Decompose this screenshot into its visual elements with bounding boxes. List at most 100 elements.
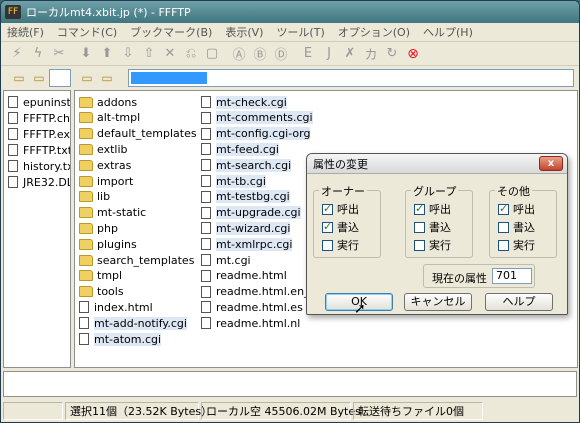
folder-item[interactable]: php <box>79 220 118 236</box>
checkbox-icon[interactable] <box>498 221 509 233</box>
group-write-checkbox[interactable]: 書込 <box>414 219 451 235</box>
folder-item[interactable]: extras <box>79 157 131 173</box>
file-item[interactable]: JRE32.DL <box>8 174 70 190</box>
menu-tools[interactable]: ツール(T) <box>276 24 324 40</box>
file-item[interactable]: mt-search.cgi <box>201 157 292 173</box>
menu-command[interactable]: コマンド(C) <box>57 24 117 40</box>
upload-mirror-icon[interactable]: ⇧ <box>139 44 159 64</box>
owner-read-checkbox[interactable]: 呼出 <box>322 201 359 217</box>
checkbox-icon[interactable] <box>414 239 425 251</box>
download-icon[interactable]: ⬇ <box>76 44 96 64</box>
quick-connect-icon[interactable]: ϟ <box>28 44 48 64</box>
file-item[interactable]: mt.cgi <box>201 252 251 268</box>
kanji-euc-icon[interactable]: E <box>298 44 318 64</box>
owner-exec-checkbox[interactable]: 実行 <box>322 237 359 253</box>
file-icon <box>201 175 211 187</box>
file-item[interactable]: epuninst.e <box>8 94 70 110</box>
checkbox-icon[interactable] <box>322 202 333 215</box>
file-item[interactable]: mt-feed.cgi <box>201 141 279 157</box>
folder-item[interactable]: tmpl <box>79 268 122 284</box>
checkbox-icon[interactable] <box>414 221 425 233</box>
group-read-checkbox[interactable]: 呼出 <box>414 201 451 217</box>
folder-item[interactable]: lib <box>79 189 110 205</box>
menu-options[interactable]: オプション(O) <box>338 24 410 40</box>
file-item[interactable]: readme.html.es <box>201 299 303 315</box>
file-item[interactable]: mt-add-notify.cgi <box>79 315 187 331</box>
no-convert-icon[interactable]: ✗ <box>340 44 360 64</box>
local-file-list[interactable]: epuninst.e FFFTP.chr FFFTP.exe FFFTP.txt his… <box>3 90 71 368</box>
checkbox-icon[interactable] <box>322 220 333 233</box>
ascii-mode-icon[interactable]: Ⓐ <box>229 44 249 64</box>
checkbox-icon[interactable] <box>322 239 333 251</box>
file-item[interactable]: history.txt <box>8 158 70 174</box>
checkbox-icon[interactable] <box>498 202 509 215</box>
remote-up-folder-icon[interactable]: ▭ <box>77 69 97 87</box>
download-as-icon[interactable]: ⇩ <box>118 44 138 64</box>
close-icon[interactable]: x <box>539 156 563 171</box>
log-pane[interactable] <box>3 371 577 397</box>
folder-item[interactable]: addons <box>79 94 137 110</box>
folder-item[interactable]: plugins <box>79 236 137 252</box>
file-icon <box>201 222 211 235</box>
folder-item[interactable]: import <box>79 173 133 189</box>
file-item[interactable]: mt-comments.cgi <box>201 110 313 126</box>
other-exec-checkbox[interactable]: 実行 <box>498 237 535 253</box>
file-item[interactable]: FFFTP.exe <box>8 126 70 142</box>
file-item[interactable]: mt-upgrade.cgi <box>201 205 301 221</box>
other-read-checkbox[interactable]: 呼出 <box>498 201 535 217</box>
file-item[interactable]: FFFTP.txt <box>8 142 70 158</box>
other-group: その他 呼出 書込 実行 <box>489 183 557 258</box>
cancel-button[interactable]: キャンセル <box>404 293 472 311</box>
folder-item[interactable]: extlib <box>79 141 128 157</box>
file-item[interactable]: index.html <box>79 299 153 315</box>
menu-connect[interactable]: 接続(F) <box>7 24 44 40</box>
sync-icon[interactable]: ↻ <box>382 44 402 64</box>
menu-bookmark[interactable]: ブックマーク(B) <box>130 24 212 40</box>
disconnect-icon[interactable]: ✂ <box>49 44 69 64</box>
file-item[interactable]: mt-config.cgi-org <box>201 126 311 142</box>
file-item[interactable]: mt-wizard.cgi <box>201 220 291 236</box>
file-item[interactable]: mt-testbg.cgi <box>201 189 290 205</box>
file-item[interactable]: readme.html.nl <box>201 315 300 331</box>
folder-item[interactable]: alt-tmpl <box>79 110 140 126</box>
file-item[interactable]: mt-tb.cgi <box>201 173 266 189</box>
remote-path-selection <box>131 72 207 84</box>
folder-item[interactable]: default_templates <box>79 126 197 142</box>
mkdir-icon[interactable]: ▢ <box>202 44 222 64</box>
menu-help[interactable]: ヘルプ(H) <box>423 24 473 40</box>
binary-mode-icon[interactable]: Ⓑ <box>250 44 270 64</box>
current-attribute-input[interactable]: 701 <box>492 268 532 284</box>
file-item[interactable]: mt-xmlrpc.cgi <box>201 236 293 252</box>
stop-icon[interactable]: ⊗ <box>403 44 423 64</box>
connect-icon[interactable]: ⚡ <box>7 44 27 64</box>
file-item[interactable]: mt-check.cgi <box>201 94 287 110</box>
dialog-title: 属性の変更 <box>313 157 368 171</box>
remote-path-input[interactable] <box>128 69 574 87</box>
local-up-folder-icon[interactable]: ▭ <box>9 69 29 87</box>
item-name: index.html <box>94 300 153 314</box>
file-item[interactable]: mt-atom.cgi <box>79 331 162 347</box>
folder-item[interactable]: tools <box>79 284 124 300</box>
file-item[interactable]: readme.html.en_U <box>201 284 318 300</box>
folder-item[interactable]: search_templates <box>79 252 194 268</box>
other-write-checkbox[interactable]: 書込 <box>498 219 535 235</box>
kana-icon[interactable]: カ <box>361 44 381 64</box>
help-button[interactable]: ヘルプ <box>485 293 553 311</box>
file-item[interactable]: readme.html <box>201 268 287 284</box>
file-item[interactable]: FFFTP.chr <box>8 110 70 126</box>
auto-mode-icon[interactable]: Ⓓ <box>271 44 291 64</box>
kanji-jis-icon[interactable]: J <box>319 44 339 64</box>
delete-icon[interactable]: ✕ <box>160 44 180 64</box>
owner-write-checkbox[interactable]: 書込 <box>322 219 359 235</box>
mouse-cursor-icon: ➚ <box>354 301 366 315</box>
folder-item[interactable]: mt-static <box>79 205 146 221</box>
local-open-folder-icon[interactable]: ▭ <box>29 69 49 87</box>
local-path-combo[interactable] <box>49 69 71 87</box>
checkbox-icon[interactable] <box>414 202 425 215</box>
checkbox-icon[interactable] <box>498 239 509 251</box>
upload-icon[interactable]: ⬆ <box>97 44 117 64</box>
rename-icon[interactable]: ⎌ <box>181 44 201 64</box>
menu-view[interactable]: 表示(V) <box>225 24 263 40</box>
remote-open-folder-icon[interactable]: ▭ <box>97 69 117 87</box>
group-exec-checkbox[interactable]: 実行 <box>414 237 451 253</box>
